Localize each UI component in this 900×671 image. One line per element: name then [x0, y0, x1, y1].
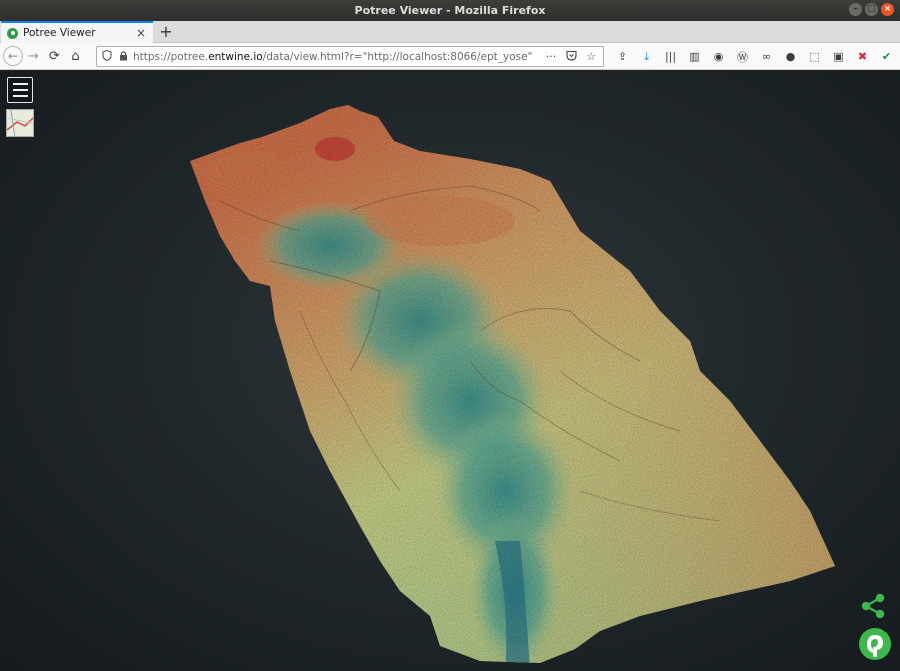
share-icon: [861, 593, 885, 619]
tab-close-button[interactable]: ×: [135, 26, 147, 40]
extension-dotted-icon[interactable]: ⬚: [804, 46, 825, 67]
minimap-toggle-button[interactable]: [6, 109, 34, 137]
bookmark-star-icon[interactable]: ☆: [583, 50, 599, 63]
reader-icon[interactable]: ⇪: [612, 46, 633, 67]
url-bar[interactable]: https://potree.entwine.io/data/view.html…: [96, 46, 604, 67]
home-button[interactable]: ⌂: [65, 46, 86, 67]
extension-globe-icon[interactable]: ◉: [708, 46, 729, 67]
map-icon: [7, 110, 33, 136]
menu-bar-icon: [12, 89, 28, 91]
menu-bar-icon: [12, 95, 28, 97]
window-controls: – □ ×: [849, 3, 894, 16]
tab-strip: Potree Viewer × +: [0, 21, 900, 43]
new-tab-button[interactable]: +: [158, 22, 174, 42]
sidebar-icon[interactable]: ▥: [684, 46, 705, 67]
share-button[interactable]: [858, 591, 888, 621]
extension-wp-icon[interactable]: Ⓦ: [732, 46, 753, 67]
potree-logo[interactable]: [858, 627, 892, 663]
navigation-toolbar: ← → ⟳ ⌂ https://potree.entwine.io/data/v…: [0, 43, 900, 70]
reload-button[interactable]: ⟳: [44, 46, 65, 67]
potree-logo-icon: [859, 628, 891, 660]
potree-render-area[interactable]: [0, 71, 900, 671]
library-icon[interactable]: |||: [660, 46, 681, 67]
forward-button[interactable]: →: [23, 46, 44, 67]
window-title: Potree Viewer - Mozilla Firefox: [354, 4, 546, 17]
account-icon[interactable]: ●: [780, 46, 801, 67]
lock-icon[interactable]: [117, 50, 129, 64]
menu-bar-icon: [12, 83, 28, 85]
extension-check-icon[interactable]: ✔: [876, 46, 897, 67]
extension-puzzle-icon[interactable]: ✖: [852, 46, 873, 67]
window-titlebar: Potree Viewer - Mozilla Firefox – □ ×: [0, 0, 900, 21]
toolbar-icons: ⇪ ⤓ ||| ▥ ◉ Ⓦ ∞ ● ⬚ ▣ ✖ ✔ ≡: [612, 46, 900, 67]
download-icon[interactable]: ⤓: [636, 46, 657, 67]
page-actions-button[interactable]: ···: [543, 50, 559, 63]
minimize-button[interactable]: –: [849, 3, 862, 16]
maximize-button[interactable]: □: [865, 3, 878, 16]
point-cloud-terrain[interactable]: [0, 71, 900, 671]
extension-glasses-icon[interactable]: ∞: [756, 46, 777, 67]
back-button[interactable]: ←: [3, 46, 23, 66]
url-text[interactable]: https://potree.entwine.io/data/view.html…: [133, 51, 539, 63]
potree-favicon-icon: [7, 27, 18, 39]
shield-icon[interactable]: [101, 49, 113, 64]
tab-potree-viewer[interactable]: Potree Viewer ×: [1, 21, 153, 43]
pocket-icon[interactable]: [563, 50, 579, 64]
extension-5e-icon[interactable]: ▣: [828, 46, 849, 67]
tab-title: Potree Viewer: [23, 27, 96, 39]
sidebar-toggle-button[interactable]: [7, 77, 33, 103]
close-window-button[interactable]: ×: [881, 3, 894, 16]
